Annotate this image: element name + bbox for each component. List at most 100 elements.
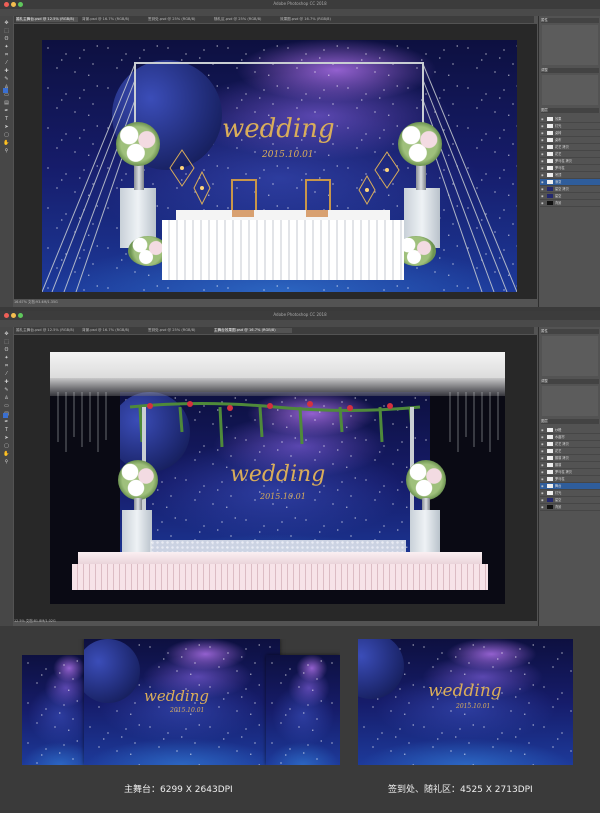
move-tool-icon[interactable]: ✥ bbox=[3, 331, 10, 337]
eye-icon[interactable]: ◉ bbox=[541, 152, 545, 156]
marquee-tool-icon[interactable]: ⬚ bbox=[3, 28, 10, 34]
zoom-tool-icon[interactable]: ⚲ bbox=[3, 459, 10, 465]
eye-icon[interactable]: ◉ bbox=[541, 180, 545, 184]
foreground-color-swatch[interactable] bbox=[3, 413, 8, 418]
eyedropper-tool-icon[interactable]: ⁄ bbox=[3, 371, 10, 377]
eye-icon[interactable]: ◉ bbox=[541, 442, 545, 446]
eye-icon[interactable]: ◉ bbox=[541, 201, 545, 205]
eye-icon[interactable]: ◉ bbox=[541, 131, 545, 135]
eye-icon[interactable]: ◉ bbox=[541, 138, 545, 142]
lasso-tool-icon[interactable]: ʘ bbox=[3, 347, 10, 353]
marquee-tool-icon[interactable]: ⬚ bbox=[3, 339, 10, 345]
document-tab[interactable]: 背景.psd @ 16.7% (RGB/8) bbox=[82, 17, 144, 22]
panel-header-layers[interactable]: 图层 bbox=[541, 108, 599, 113]
type-tool-icon[interactable]: T bbox=[3, 116, 10, 122]
eye-icon[interactable]: ◉ bbox=[541, 505, 545, 509]
layer-row[interactable]: ◉ 藤蔓 拷贝 bbox=[540, 455, 600, 462]
eyedropper-tool-icon[interactable]: ⁄ bbox=[3, 60, 10, 66]
eye-icon[interactable]: ◉ bbox=[541, 173, 545, 177]
eye-icon[interactable]: ◉ bbox=[541, 477, 545, 481]
document-tab[interactable]: 效果图.psd @ 16.7% (RGB/8) bbox=[280, 17, 350, 22]
lasso-tool-icon[interactable]: ʘ bbox=[3, 36, 10, 42]
document-tab[interactable]: 婚礼主舞台.psd @ 12.5% (RGB/8) bbox=[16, 328, 78, 333]
layer-row[interactable]: ◉ 桌布 bbox=[540, 137, 600, 144]
layer-row[interactable]: ◉ 星空 拷贝 bbox=[540, 186, 600, 193]
layer-row-selected[interactable]: ◉ 舞台 bbox=[540, 483, 600, 490]
eraser-tool-icon[interactable]: ▭ bbox=[3, 403, 10, 409]
layer-row[interactable]: ◉ 灯光 bbox=[540, 123, 600, 130]
layer-row[interactable]: ◉ 水晶帘 bbox=[540, 434, 600, 441]
layer-row[interactable]: ◉ 花艺 bbox=[540, 448, 600, 455]
eye-icon[interactable]: ◉ bbox=[541, 491, 545, 495]
properties-panel[interactable] bbox=[542, 25, 598, 65]
hand-tool-icon[interactable]: ✋ bbox=[3, 140, 10, 146]
shape-tool-icon[interactable]: ▢ bbox=[3, 443, 10, 449]
pen-tool-icon[interactable]: ✒ bbox=[3, 108, 10, 114]
pen-tool-icon[interactable]: ✒ bbox=[3, 419, 10, 425]
healing-tool-icon[interactable]: ✚ bbox=[3, 68, 10, 74]
eye-icon[interactable]: ◉ bbox=[541, 117, 545, 121]
gradient-tool-icon[interactable]: ▤ bbox=[3, 100, 10, 106]
document-tab[interactable]: 主舞台效果图.psd @ 16.7% (RGB/8) bbox=[214, 328, 292, 333]
eye-icon[interactable]: ◉ bbox=[541, 463, 545, 467]
layer-row[interactable]: ◉ 罗马柱 拷贝 bbox=[540, 469, 600, 476]
adjustments-panel[interactable] bbox=[542, 75, 598, 105]
layer-row[interactable]: ◉ 桌椅 bbox=[540, 130, 600, 137]
document-tab[interactable]: 签到处.psd @ 25% (RGB/8) bbox=[148, 17, 210, 22]
layer-row[interactable]: ◉ 花艺 拷贝 bbox=[540, 144, 600, 151]
panel-header-layers[interactable]: 图层 bbox=[541, 419, 599, 424]
layer-row[interactable]: ◉ 纱幔 bbox=[540, 427, 600, 434]
crop-tool-icon[interactable]: ⌗ bbox=[3, 52, 10, 58]
layer-row[interactable]: ◉ 灯光 bbox=[540, 490, 600, 497]
layer-row-selected[interactable]: ◉ 渐变 bbox=[540, 179, 600, 186]
eye-icon[interactable]: ◉ bbox=[541, 166, 545, 170]
path-selection-tool-icon[interactable]: ➤ bbox=[3, 435, 10, 441]
layer-row[interactable]: ◉ 花艺 拷贝 bbox=[540, 441, 600, 448]
panel-header-adjustments[interactable]: 调整 bbox=[541, 379, 599, 384]
eye-icon[interactable]: ◉ bbox=[541, 435, 545, 439]
layer-row[interactable]: ◉ 效果 bbox=[540, 116, 600, 123]
eye-icon[interactable]: ◉ bbox=[541, 145, 545, 149]
layer-row[interactable]: ◉ 藤蔓 bbox=[540, 462, 600, 469]
canvas-area[interactable]: wedding 2015.10.01 bbox=[14, 24, 537, 299]
properties-panel[interactable] bbox=[542, 336, 598, 376]
eye-icon[interactable]: ◉ bbox=[541, 124, 545, 128]
panel-header-properties[interactable]: 属性 bbox=[541, 329, 599, 334]
brush-tool-icon[interactable]: ✎ bbox=[3, 76, 10, 82]
move-tool-icon[interactable]: ✥ bbox=[3, 20, 10, 26]
eye-icon[interactable]: ◉ bbox=[541, 456, 545, 460]
document-tab[interactable]: 背景.psd @ 16.7% (RGB/8) bbox=[82, 328, 144, 333]
eye-icon[interactable]: ◉ bbox=[541, 187, 545, 191]
layer-row[interactable]: ◉ 背景 bbox=[540, 200, 600, 207]
stamp-tool-icon[interactable]: ♙ bbox=[3, 395, 10, 401]
options-bar[interactable] bbox=[0, 320, 600, 327]
magic-wand-tool-icon[interactable]: ✦ bbox=[3, 44, 10, 50]
eye-icon[interactable]: ◉ bbox=[541, 159, 545, 163]
canvas-area[interactable]: wedding 2015.10.01 bbox=[14, 335, 537, 621]
layer-row[interactable]: ◉ 背景 bbox=[540, 504, 600, 511]
healing-tool-icon[interactable]: ✚ bbox=[3, 379, 10, 385]
type-tool-icon[interactable]: T bbox=[3, 427, 10, 433]
document-tab[interactable]: 随礼区.psd @ 25% (RGB/8) bbox=[214, 17, 276, 22]
eye-icon[interactable]: ◉ bbox=[541, 484, 545, 488]
zoom-tool-icon[interactable]: ⚲ bbox=[3, 148, 10, 154]
shape-tool-icon[interactable]: ▢ bbox=[3, 132, 10, 138]
panel-header-adjustments[interactable]: 调整 bbox=[541, 68, 599, 73]
eye-icon[interactable]: ◉ bbox=[541, 428, 545, 432]
hand-tool-icon[interactable]: ✋ bbox=[3, 451, 10, 457]
eye-icon[interactable]: ◉ bbox=[541, 470, 545, 474]
layer-row[interactable]: ◉ 罗马柱 bbox=[540, 165, 600, 172]
options-bar[interactable] bbox=[0, 9, 600, 16]
document-tab[interactable]: 婚礼主舞台.psd @ 12.5% (RGB/8) bbox=[16, 17, 78, 22]
layer-row[interactable]: ◉ 罗马柱 拷贝 bbox=[540, 158, 600, 165]
layer-row[interactable]: ◉ 星空 bbox=[540, 193, 600, 200]
layer-row[interactable]: ◉ 吊顶 bbox=[540, 172, 600, 179]
layer-row[interactable]: ◉ 罗马柱 bbox=[540, 476, 600, 483]
panel-header-properties[interactable]: 属性 bbox=[541, 18, 599, 23]
foreground-color-swatch[interactable] bbox=[3, 88, 8, 93]
magic-wand-tool-icon[interactable]: ✦ bbox=[3, 355, 10, 361]
document-tab[interactable]: 签到处.psd @ 25% (RGB/8) bbox=[148, 328, 210, 333]
brush-tool-icon[interactable]: ✎ bbox=[3, 387, 10, 393]
eye-icon[interactable]: ◉ bbox=[541, 449, 545, 453]
crop-tool-icon[interactable]: ⌗ bbox=[3, 363, 10, 369]
